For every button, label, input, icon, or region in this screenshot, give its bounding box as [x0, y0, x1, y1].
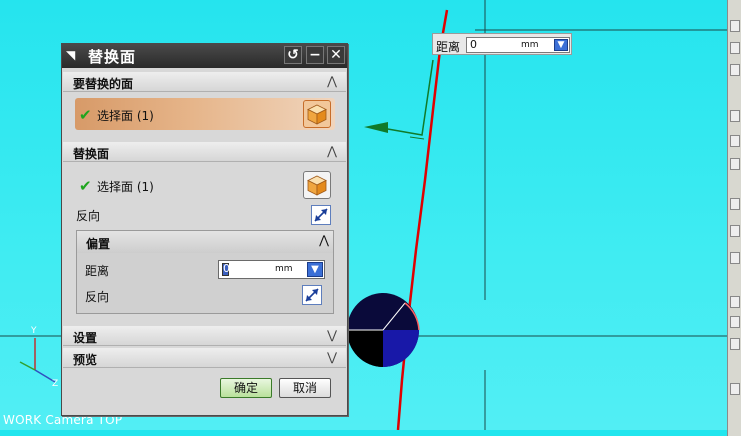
- section-header-replacement-face[interactable]: 替换面 ⋀: [63, 142, 346, 162]
- section-title-preview: 预览: [73, 353, 98, 367]
- section-header-settings[interactable]: 设置 ⋁: [63, 326, 346, 346]
- toolbar-button-12[interactable]: [730, 338, 740, 350]
- section-title-replace-face: 要替换的面: [73, 77, 134, 91]
- reverse-label-tool: 反向: [76, 209, 101, 223]
- chevron-down-icon[interactable]: ⋁: [324, 349, 340, 365]
- svg-text:Y: Y: [30, 326, 37, 336]
- direction-vector: [381, 59, 434, 136]
- chevron-up-icon[interactable]: ⋀: [324, 143, 340, 159]
- select-face-cube-icon[interactable]: [303, 100, 331, 128]
- section-title-settings: 设置: [73, 331, 98, 345]
- check-icon: ✔: [79, 177, 92, 195]
- dialog-title: 替换面: [88, 48, 137, 66]
- toolbar-button-10[interactable]: [730, 296, 740, 308]
- edge-curve: [396, 9, 449, 430]
- chevron-up-icon[interactable]: ⋀: [324, 73, 340, 89]
- distance-label: 距离: [85, 264, 110, 278]
- toolbar-button-6[interactable]: [730, 158, 740, 170]
- toolbar-button-8[interactable]: [730, 225, 740, 237]
- offset-group: 偏置 ⋀ 距离 0 mm ▼ 反向: [76, 230, 334, 314]
- reverse-offset-icon[interactable]: [302, 285, 322, 305]
- select-face-row-target[interactable]: ✔ 选择面 (1): [75, 98, 335, 130]
- direction-arrowhead: [364, 122, 388, 133]
- toolbar-button-13[interactable]: [730, 383, 740, 395]
- toolbar-button-9[interactable]: [730, 252, 740, 264]
- floating-distance-field[interactable]: 0 mm ▼: [466, 37, 570, 53]
- reverse-direction-icon[interactable]: [311, 205, 331, 225]
- floating-distance-dropdown-icon[interactable]: ▼: [554, 39, 568, 51]
- select-face-row-tool[interactable]: ✔ 选择面 (1): [75, 169, 335, 201]
- floating-distance-input[interactable]: 距离 0 mm ▼: [432, 33, 572, 55]
- chevron-down-icon[interactable]: ⋁: [324, 327, 340, 343]
- replace-face-dialog: ◥ 替换面 ↺ − ✕ 要替换的面 ⋀ ✔ 选择面 (1) 替换面 ⋀ ✔ 选择…: [61, 43, 348, 416]
- select-face-label-tool: 选择面 (1): [97, 180, 154, 194]
- reverse-label-offset: 反向: [85, 290, 110, 304]
- distance-input[interactable]: 0 mm ▼: [218, 260, 325, 279]
- section-title-offset: 偏置: [86, 237, 111, 251]
- select-face-cube-icon[interactable]: [303, 171, 331, 199]
- svg-text:Z: Z: [52, 379, 58, 389]
- toolbar-button-4[interactable]: [730, 110, 740, 122]
- chevron-up-icon[interactable]: ⋀: [319, 233, 329, 247]
- check-icon: ✔: [79, 106, 92, 124]
- wcs-triad: Y Z: [19, 326, 58, 389]
- floating-distance-label: 距离: [436, 40, 461, 54]
- toolbar-button-11[interactable]: [730, 316, 740, 328]
- toolbar-button-7[interactable]: [730, 198, 740, 210]
- toolbar-button-3[interactable]: [730, 64, 740, 76]
- dialog-menu-icon[interactable]: ◥: [66, 48, 80, 62]
- toolbar-button-1[interactable]: [730, 20, 740, 32]
- offset-header[interactable]: 偏置 ⋀: [77, 231, 333, 253]
- cylinder-face: [347, 293, 420, 367]
- close-icon[interactable]: ✕: [327, 46, 345, 64]
- reset-icon[interactable]: ↺: [284, 46, 302, 64]
- dialog-titlebar[interactable]: ◥ 替换面 ↺ − ✕: [62, 44, 347, 68]
- floating-distance-value: 0: [470, 38, 477, 51]
- section-title-replacement-face: 替换面: [73, 147, 110, 161]
- toolbar-button-2[interactable]: [730, 42, 740, 54]
- right-toolbar: [727, 0, 741, 436]
- distance-value: 0: [223, 262, 230, 275]
- distance-dropdown-icon[interactable]: ▼: [307, 262, 323, 277]
- toolbar-button-5[interactable]: [730, 135, 740, 147]
- select-face-label-target: 选择面 (1): [97, 109, 154, 123]
- section-header-replace-face[interactable]: 要替换的面 ⋀: [63, 72, 346, 92]
- section-header-preview[interactable]: 预览 ⋁: [63, 348, 346, 368]
- cancel-button[interactable]: 取消: [279, 378, 331, 398]
- direction-tick: [409, 136, 425, 140]
- distance-unit: mm: [275, 264, 293, 274]
- floating-distance-unit: mm: [521, 40, 539, 50]
- minimize-icon[interactable]: −: [306, 46, 324, 64]
- ok-button[interactable]: 确定: [220, 378, 272, 398]
